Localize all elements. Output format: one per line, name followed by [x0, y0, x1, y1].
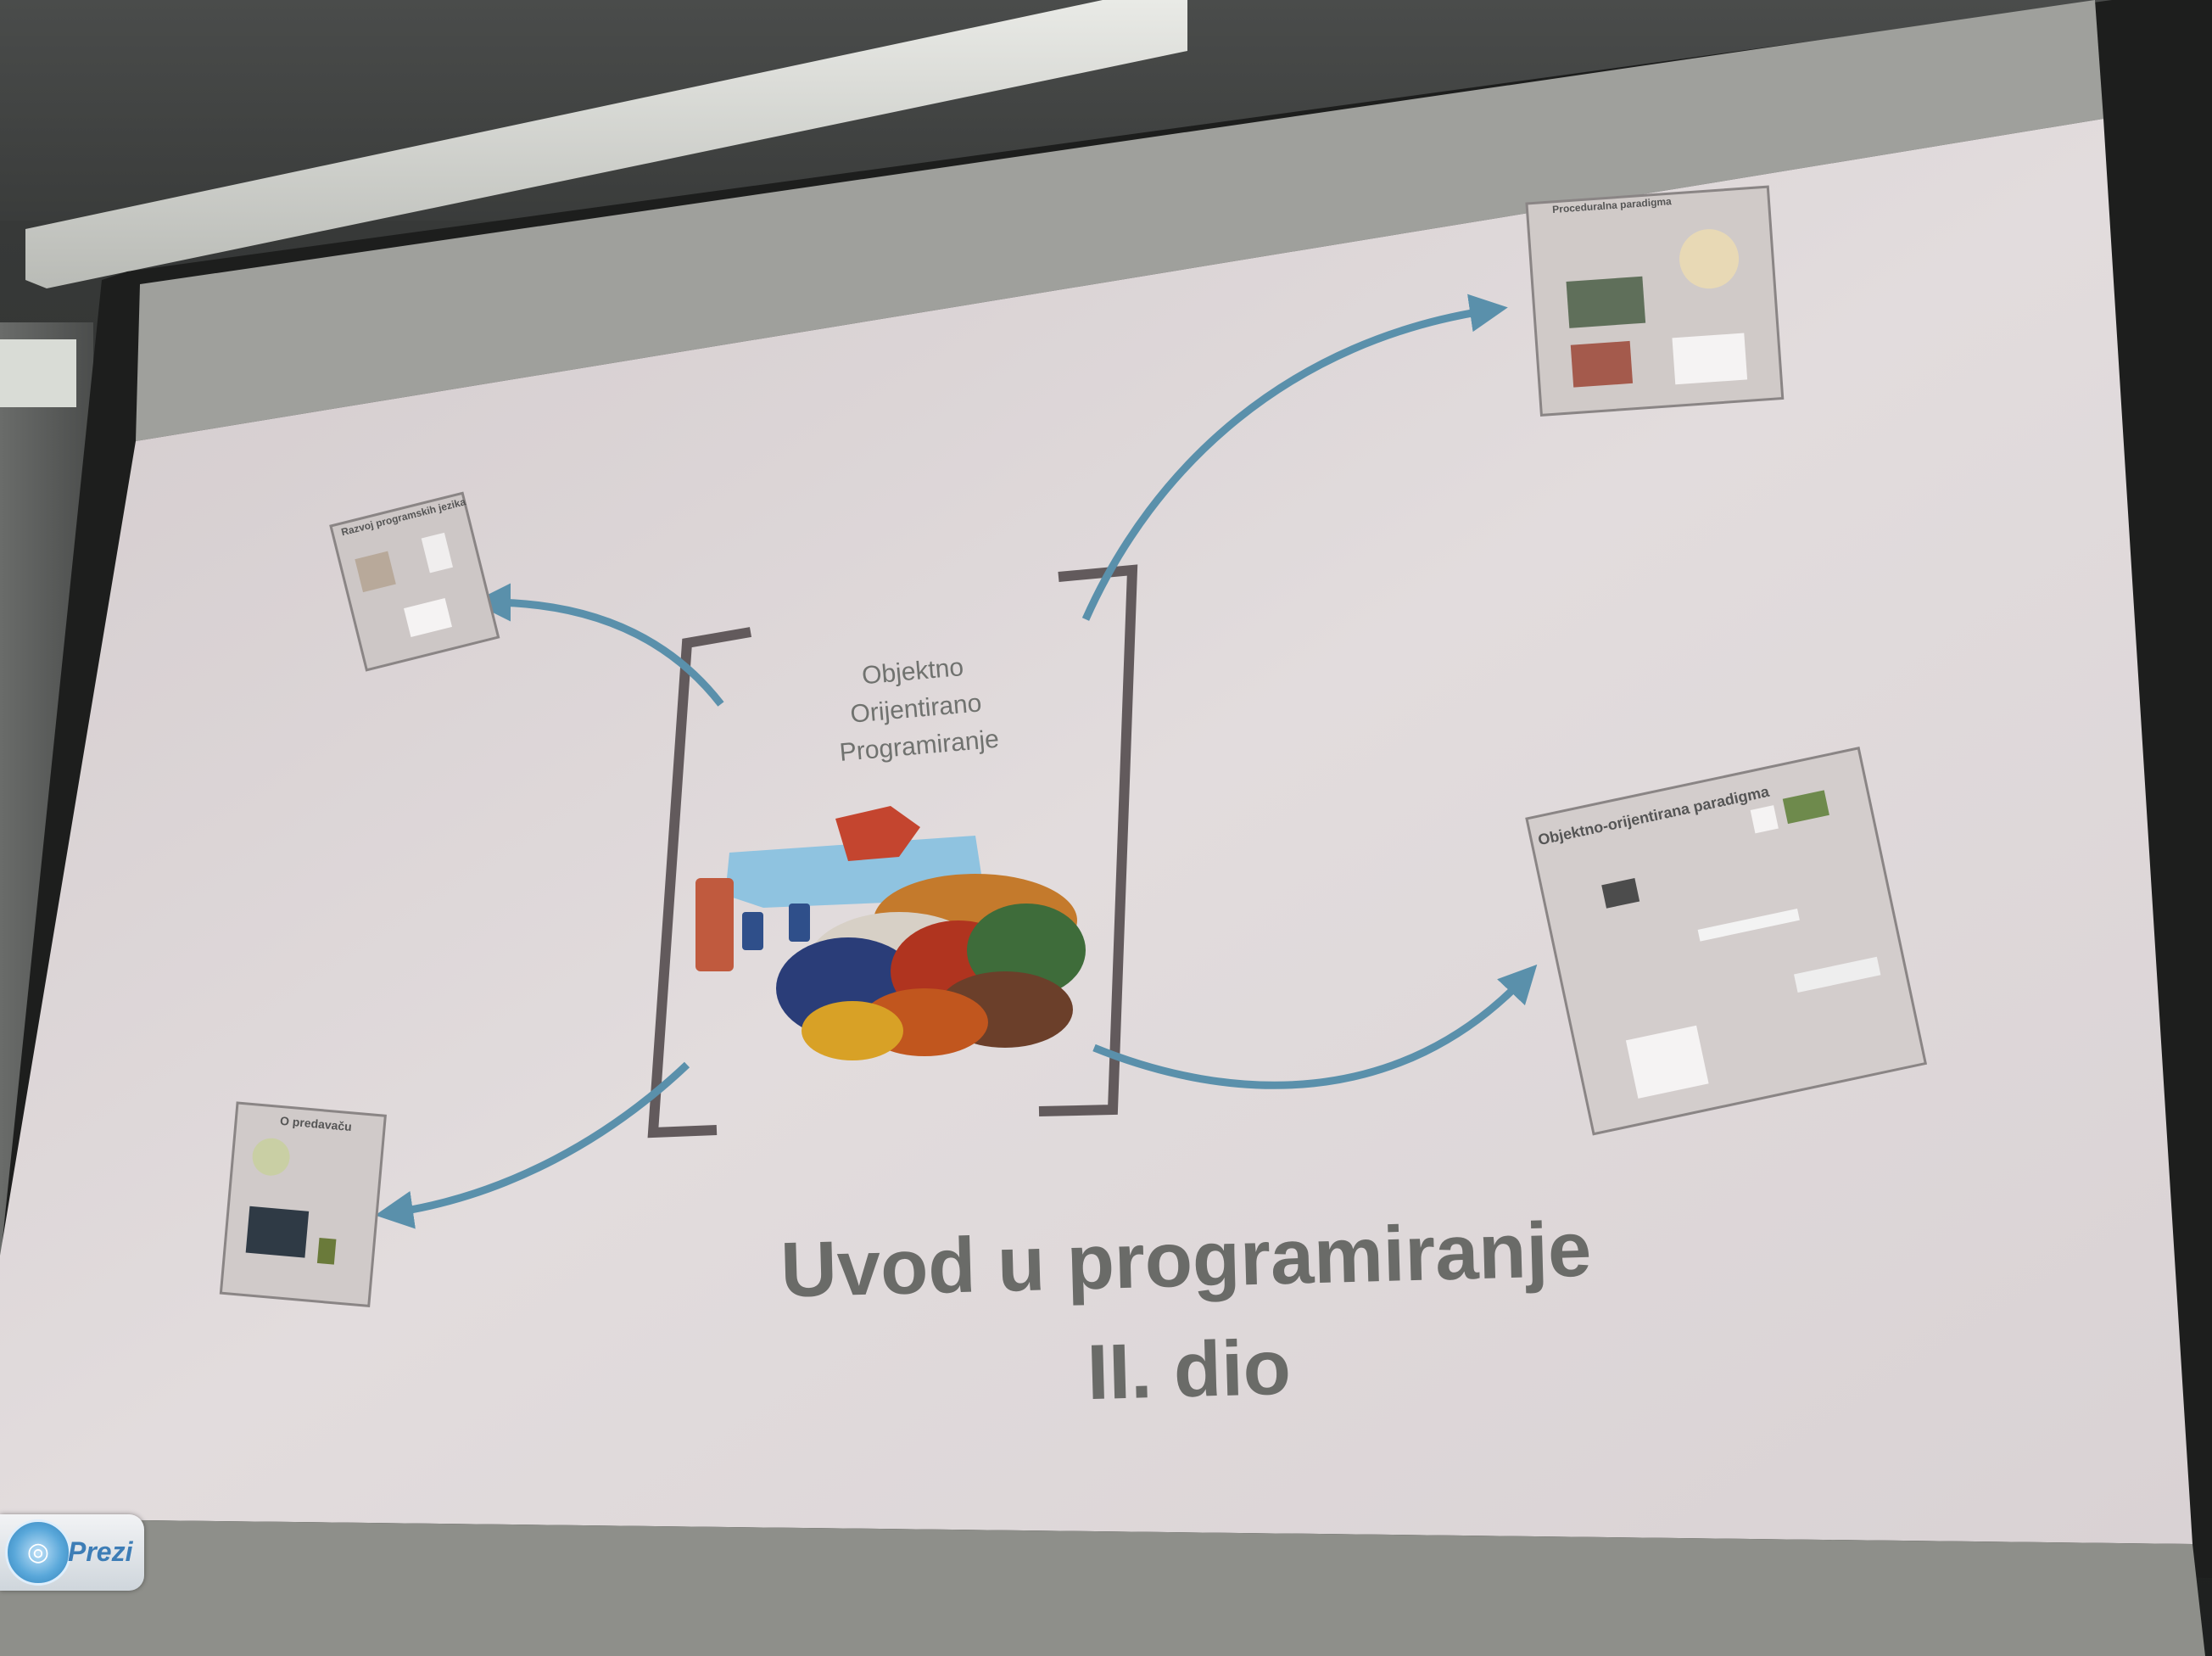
frame-thumbnail: [245, 1206, 310, 1258]
frame-thumbnail: [316, 1238, 337, 1265]
frame-top-right[interactable]: [1525, 185, 1785, 417]
main-title[interactable]: Uvod u programiranje II. dio: [744, 1193, 1631, 1436]
prezi-badge[interactable]: ◎ Prezi: [0, 1514, 144, 1591]
frame-thumbnail: [1566, 276, 1646, 328]
prezi-app-name: Prezi: [68, 1536, 133, 1567]
frame-thumbnail: [1570, 340, 1634, 388]
frame-thumbnail: [1750, 805, 1779, 834]
main-title-line: II. dio: [1086, 1323, 1293, 1417]
frame-thumbnail: [1672, 333, 1748, 385]
main-title-line: Uvod u programiranje: [779, 1206, 1593, 1314]
prezi-logo-icon: ◎: [5, 1519, 71, 1586]
